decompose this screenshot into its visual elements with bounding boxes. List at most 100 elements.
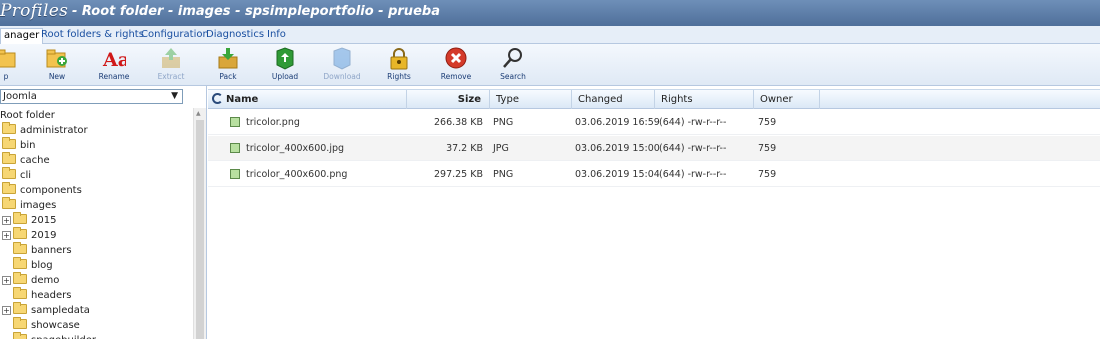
folder-icon	[13, 212, 27, 224]
folder-icon	[2, 122, 16, 134]
rights-label: Rights	[387, 72, 411, 81]
tree-node-label: spagebuilder	[31, 335, 96, 339]
remove-button[interactable]: Remove	[432, 46, 480, 84]
sidebar-scrollbar[interactable]: ▲	[193, 108, 206, 339]
file-owner: 759	[758, 169, 777, 180]
tree-node-spagebuilder[interactable]: spagebuilder	[13, 332, 96, 339]
expand-icon[interactable]: +	[2, 231, 11, 240]
search-button[interactable]: Search	[489, 46, 537, 84]
up-button[interactable]: p	[0, 46, 30, 84]
folder-icon	[2, 182, 16, 194]
file-type: JPG	[493, 143, 509, 154]
new-folder-icon	[46, 49, 67, 68]
tree-node-label: administrator	[20, 125, 88, 136]
file-rights: (644) -rw-r--r--	[659, 169, 727, 180]
folder-icon	[2, 167, 16, 179]
new-label: New	[48, 72, 66, 81]
column-header-rights[interactable]: Rights	[655, 90, 754, 109]
tree-node-label: 2015	[31, 215, 57, 226]
root-profile-select[interactable]: Joomla ▼	[0, 89, 183, 104]
tree-node-demo[interactable]: + demo	[2, 272, 59, 288]
tab-configuration[interactable]: Configuration	[138, 28, 212, 44]
tree-node-cli[interactable]: cli	[2, 167, 32, 183]
expand-icon[interactable]: +	[2, 216, 11, 225]
download-icon	[333, 47, 351, 70]
svg-text:Aa: Aa	[102, 49, 126, 70]
tree-node-headers[interactable]: headers	[13, 287, 71, 303]
tree-node-bin[interactable]: bin	[2, 137, 36, 153]
remove-label: Remove	[440, 72, 472, 81]
pack-icon	[218, 48, 238, 69]
column-header-name[interactable]: Name	[208, 90, 407, 109]
folder-icon	[2, 152, 16, 164]
table-row[interactable]: tricolor_400x600.png 297.25 KB PNG 03.06…	[208, 162, 1100, 187]
tab-info[interactable]: Info	[264, 28, 289, 44]
current-folder-title: - Root folder - images - spsimpleportfol…	[72, 4, 440, 19]
tree-node-label: Root folder	[0, 110, 55, 121]
folder-icon	[13, 227, 27, 239]
tab-diagnostics[interactable]: Diagnostics	[203, 28, 267, 44]
tree-node-2015[interactable]: +2015	[2, 212, 57, 228]
folder-icon	[13, 242, 27, 254]
table-row[interactable]: tricolor_400x600.jpg 37.2 KB JPG 03.06.2…	[208, 136, 1100, 161]
chevron-down-icon: ▼	[171, 91, 178, 101]
up-folder-icon	[0, 49, 16, 68]
column-header-type[interactable]: Type	[490, 90, 572, 109]
extract-button[interactable]: Extract	[147, 46, 195, 84]
tree-node-administrator[interactable]: administrator	[2, 122, 88, 138]
search-label: Search	[500, 72, 526, 81]
column-header-owner[interactable]: Owner	[754, 90, 820, 109]
file-owner: 759	[758, 117, 777, 128]
tree-node-2019[interactable]: +2019	[2, 227, 56, 243]
tree-node-images[interactable]: images	[2, 197, 57, 213]
tree-node-label: components	[20, 185, 82, 196]
title-bar: Profiles - Root folder - images - spsimp…	[0, 0, 1100, 26]
tree-node-components[interactable]: components	[2, 182, 82, 198]
tree-node-sampledata[interactable]: + sampledata	[2, 302, 90, 318]
file-size: 297.25 KB	[433, 169, 483, 180]
tree-node-label: cli	[20, 170, 32, 181]
extract-label: Extract	[157, 72, 185, 81]
tree-node-cache[interactable]: cache	[2, 152, 50, 168]
file-owner: 759	[758, 143, 777, 154]
refresh-icon[interactable]	[212, 93, 223, 104]
tree-node-label: showcase	[31, 320, 80, 331]
folder-icon	[13, 257, 27, 269]
expand-icon[interactable]: +	[2, 276, 11, 285]
remove-icon	[445, 47, 467, 69]
rights-button[interactable]: Rights	[375, 46, 423, 84]
upload-label: Upload	[271, 72, 299, 81]
file-name: tricolor_400x600.png	[246, 169, 348, 180]
folder-icon	[13, 317, 27, 329]
column-header-changed[interactable]: Changed	[572, 90, 655, 109]
tree-node-label: sampledata	[31, 305, 90, 316]
tree-node-banners[interactable]: banners	[13, 242, 72, 258]
app-logo-text: Profiles	[0, 1, 69, 21]
upload-button[interactable]: Upload	[261, 46, 309, 84]
tree-node-label: bin	[20, 140, 36, 151]
table-row[interactable]: tricolor.png 266.38 KB PNG 03.06.2019 16…	[208, 110, 1100, 135]
folder-tree: Root folder administrator bin cache cli …	[0, 108, 196, 339]
tree-node-showcase[interactable]: showcase	[13, 317, 80, 333]
scrollbar-thumb[interactable]	[196, 120, 204, 339]
tree-node-blog[interactable]: blog	[13, 257, 53, 273]
root-profile-value: Joomla	[3, 91, 37, 102]
tab-file-manager[interactable]: anager	[0, 28, 44, 45]
file-name: tricolor_400x600.jpg	[246, 143, 345, 154]
scroll-up-icon[interactable]: ▲	[196, 110, 201, 117]
folder-icon	[13, 287, 27, 299]
extract-icon	[162, 48, 180, 68]
folder-icon	[2, 197, 16, 209]
tree-node-label: images	[20, 200, 57, 211]
download-button[interactable]: Download	[318, 46, 366, 84]
pack-label: Pack	[219, 72, 237, 81]
file-list-panel: Name Size Type Changed Rights Owner tric…	[208, 86, 1100, 339]
file-name: tricolor.png	[246, 117, 300, 128]
rename-button[interactable]: Aa Rename	[90, 46, 138, 84]
pack-button[interactable]: Pack	[204, 46, 252, 84]
tab-root-folders-rights[interactable]: Root folders & rights	[38, 28, 147, 44]
expand-icon[interactable]: +	[2, 306, 11, 315]
new-folder-button[interactable]: New	[33, 46, 81, 84]
tree-node-root-folder[interactable]: Root folder	[0, 108, 55, 123]
column-header-size[interactable]: Size	[407, 90, 490, 109]
